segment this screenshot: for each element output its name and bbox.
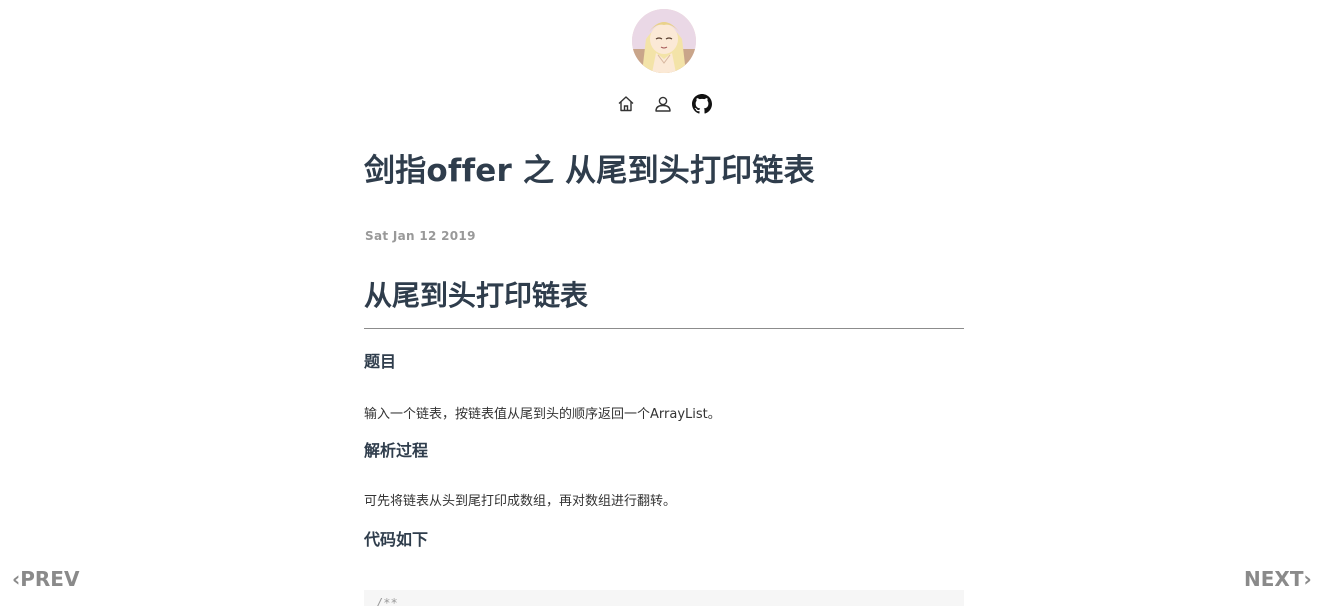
user-icon[interactable] [653, 94, 673, 114]
code-line: /** [376, 596, 398, 606]
avatar[interactable] [632, 9, 696, 73]
home-icon[interactable] [616, 94, 636, 114]
avatar-image [632, 9, 696, 73]
header-nav [616, 94, 716, 114]
section-text-analysis: 可先将链表从头到尾打印成数组，再对数组进行翻转。 [364, 494, 677, 509]
heading-divider [364, 328, 964, 329]
prev-post-link[interactable]: ‹PREV [12, 567, 79, 591]
code-block[interactable]: /** [364, 590, 964, 606]
chevron-right-icon: › [1303, 567, 1312, 591]
post-title: 剑指offer 之 从尾到头打印链表 [364, 153, 815, 189]
chevron-left-icon: ‹ [12, 567, 21, 591]
post-date: Sat Jan 12 2019 [365, 229, 476, 243]
github-icon[interactable] [692, 94, 712, 114]
next-label: NEXT [1244, 567, 1304, 591]
next-post-link[interactable]: NEXT› [1244, 567, 1312, 591]
page: 剑指offer 之 从尾到头打印链表 Sat Jan 12 2019 从尾到头打… [0, 0, 1335, 606]
section-heading-problem: 题目 [364, 352, 397, 371]
section-heading-analysis: 解析过程 [364, 441, 429, 460]
prev-label: PREV [20, 567, 80, 591]
section-text-problem: 输入一个链表，按链表值从尾到头的顺序返回一个ArrayList。 [364, 407, 721, 422]
article-heading: 从尾到头打印链表 [364, 279, 589, 312]
section-heading-code: 代码如下 [364, 530, 429, 549]
